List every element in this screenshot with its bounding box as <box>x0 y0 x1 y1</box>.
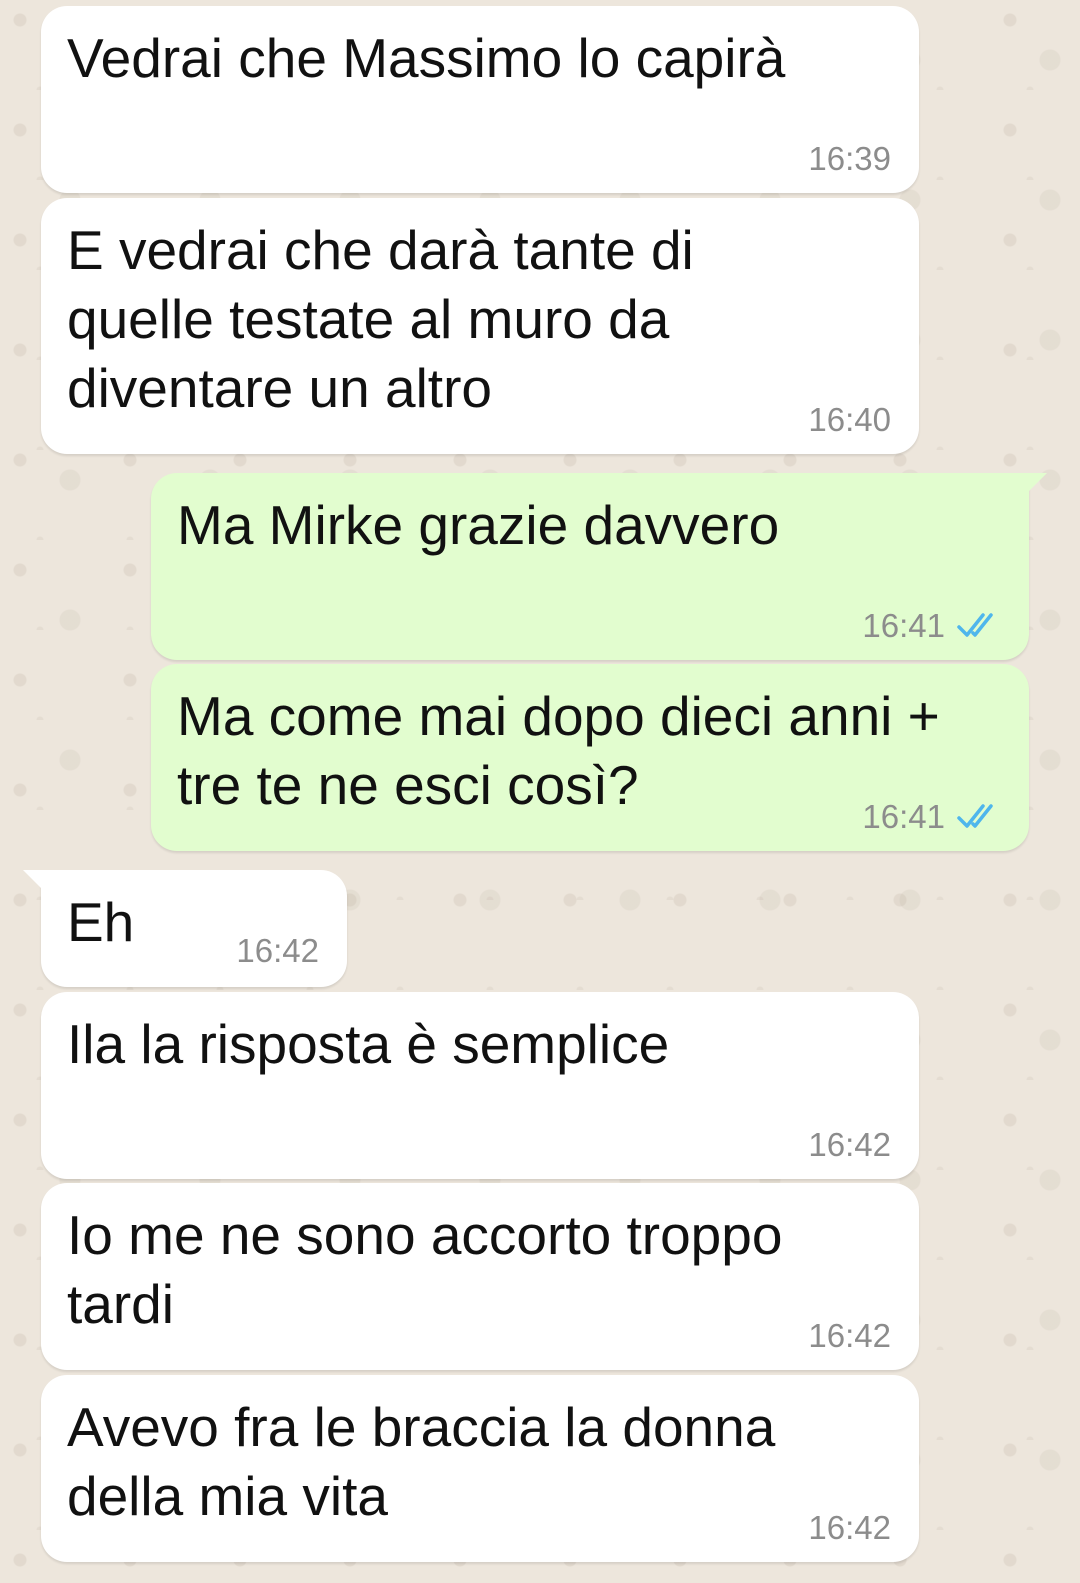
message-text: Io me ne sono accorto troppo tardi <box>67 1204 783 1335</box>
message-meta: 16:42 <box>808 1316 891 1356</box>
message-time: 16:40 <box>808 401 891 438</box>
message-meta: 16:41 <box>862 606 1001 646</box>
message-list[interactable]: Vedrai che Massimo lo capirà 16:39 E ved… <box>0 0 1080 1583</box>
incoming-message[interactable]: Vedrai che Massimo lo capirà 16:39 <box>41 6 919 193</box>
incoming-message[interactable]: Avevo fra le braccia la donna della mia … <box>41 1375 919 1562</box>
outgoing-message[interactable]: Ma Mirke grazie davvero 16:41 <box>151 473 1047 660</box>
message-meta: 16:42 <box>236 931 319 971</box>
message-meta: 16:41 <box>862 797 1001 837</box>
bubble-tail-icon <box>1017 473 1047 503</box>
double-check-icon <box>957 613 993 637</box>
bubble-tail-icon <box>23 870 53 900</box>
message-time: 16:42 <box>808 1509 891 1546</box>
message-time: 16:41 <box>862 607 945 644</box>
message-time: 16:42 <box>808 1126 891 1163</box>
message-text: Ila la risposta è semplice <box>67 1013 670 1075</box>
message-meta: 16:42 <box>808 1125 891 1165</box>
message-meta: 16:40 <box>808 400 891 440</box>
incoming-message[interactable]: Eh 16:42 <box>23 870 347 987</box>
message-time: 16:42 <box>808 1317 891 1354</box>
message-time: 16:39 <box>808 140 891 177</box>
message-text: Avevo fra le braccia la donna della mia … <box>67 1396 776 1527</box>
message-time: 16:42 <box>236 932 319 969</box>
message-text: Vedrai che Massimo lo capirà <box>67 27 786 89</box>
message-text: Ma Mirke grazie davvero <box>177 494 780 556</box>
incoming-message[interactable]: E vedrai che darà tante di quelle testat… <box>41 198 919 454</box>
incoming-message[interactable]: Ila la risposta è semplice 16:42 <box>41 992 919 1179</box>
message-text: E vedrai che darà tante di quelle testat… <box>67 219 694 419</box>
incoming-message[interactable]: Io me ne sono accorto troppo tardi 16:42 <box>41 1183 919 1370</box>
message-meta: 16:42 <box>808 1508 891 1548</box>
outgoing-message[interactable]: Ma come mai dopo dieci anni + tre te ne … <box>151 664 1029 851</box>
message-time: 16:41 <box>862 798 945 835</box>
double-check-icon <box>957 804 993 828</box>
message-meta: 16:39 <box>808 139 891 179</box>
